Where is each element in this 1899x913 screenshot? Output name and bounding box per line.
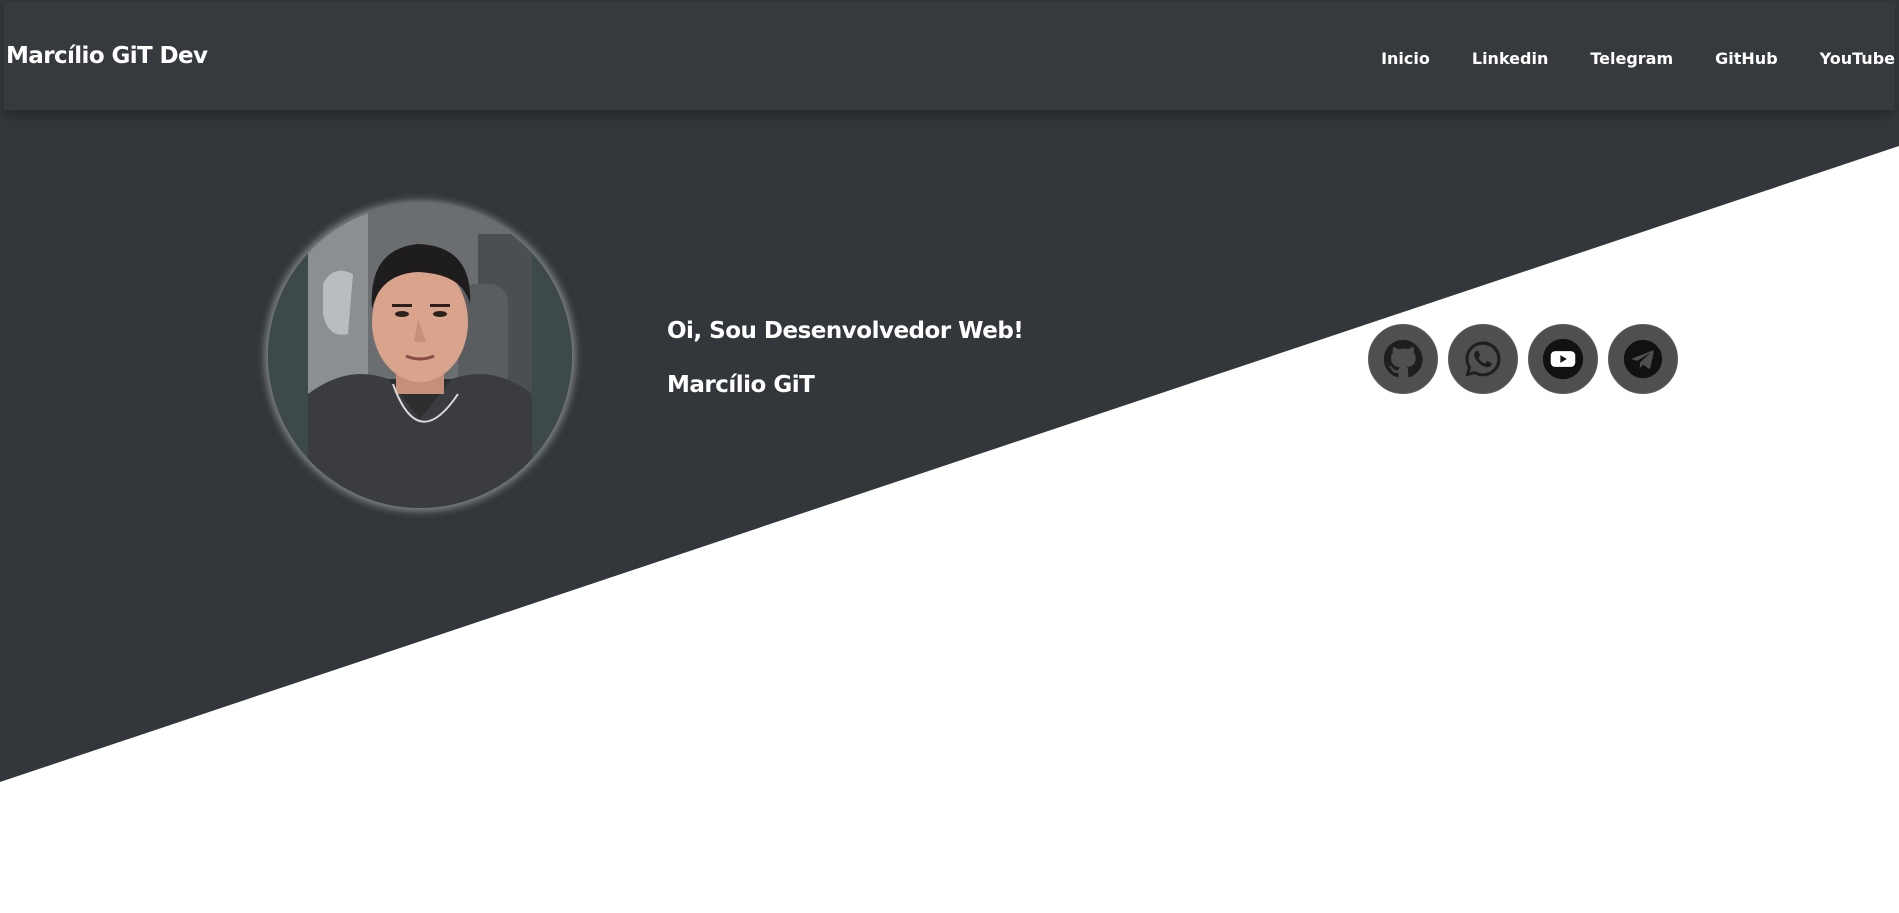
nav-link-github[interactable]: GitHub (1715, 49, 1778, 68)
hero-greeting: Oi, Sou Desenvolvedor Web! (667, 318, 1024, 344)
telegram-button[interactable] (1608, 324, 1678, 394)
youtube-button[interactable] (1528, 324, 1598, 394)
nav-link-telegram[interactable]: Telegram (1590, 49, 1673, 68)
hero-diagonal-background (0, 0, 1899, 782)
github-button[interactable] (1368, 324, 1438, 394)
brand-logo-text[interactable]: Marcílio GiT Dev (6, 43, 208, 69)
hero-name: Marcílio GiT (667, 372, 815, 398)
page: Marcílio GiT Dev Inicio Linkedin Telegra… (0, 0, 1899, 913)
nav-links: Inicio Linkedin Telegram GitHub YouTube (1381, 49, 1895, 68)
navbar: Marcílio GiT Dev Inicio Linkedin Telegra… (4, 2, 1895, 111)
nav-link-youtube[interactable]: YouTube (1820, 49, 1895, 68)
whatsapp-button[interactable] (1448, 324, 1518, 394)
nav-link-linkedin[interactable]: Linkedin (1472, 49, 1548, 68)
telegram-icon (1623, 339, 1663, 379)
youtube-icon (1542, 338, 1584, 380)
social-links (1368, 324, 1678, 394)
whatsapp-icon (1465, 341, 1501, 377)
nav-link-inicio[interactable]: Inicio (1381, 49, 1430, 68)
github-icon (1383, 339, 1423, 378)
profile-avatar (268, 204, 572, 508)
